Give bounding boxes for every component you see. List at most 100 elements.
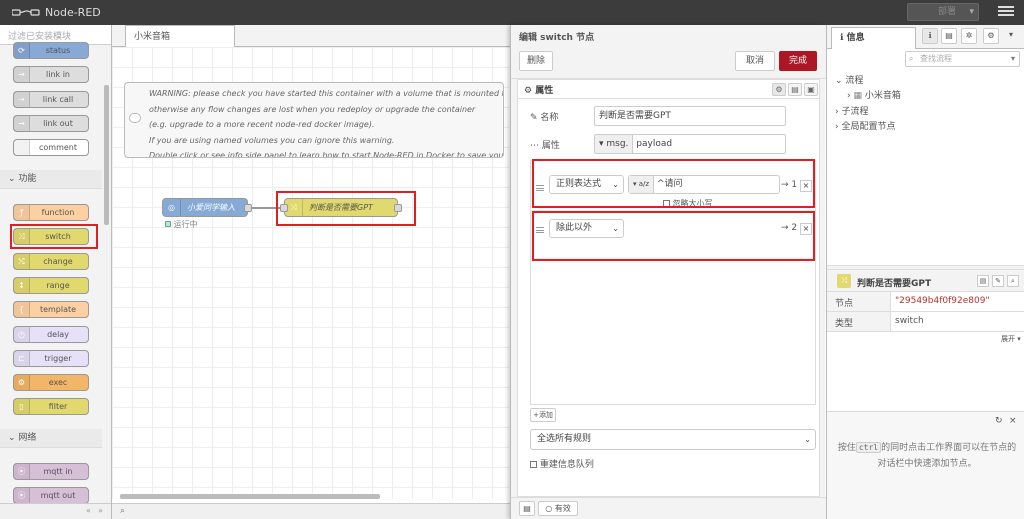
input-port[interactable] (280, 204, 288, 212)
tab-flow[interactable]: 小米音箱 (125, 25, 235, 47)
property-type-selector[interactable]: ▾ msg. (595, 135, 634, 153)
checkbox-icon[interactable] (663, 200, 670, 207)
rule-operator-select[interactable]: 除此以外 ⌄ (549, 219, 624, 238)
sidebar: ℹ 信息 ℹ ▤ ✲ ⚙ ▾ 查找流程 ⌕ ▾ ⌄ 流程 › ▦ 小米音箱 › … (826, 25, 1024, 519)
palette-node-label: function (41, 208, 75, 217)
debug-bug-icon[interactable]: ✲ (961, 28, 977, 44)
add-rule-button[interactable]: +添加 (530, 408, 556, 422)
input-value: payload (636, 139, 673, 149)
tab-info[interactable]: ℹ 信息 (831, 27, 916, 49)
tab-label: 小米音箱 (134, 32, 171, 42)
info-icon[interactable]: ℹ (922, 28, 938, 44)
palette-node-template[interactable]: {template (13, 301, 89, 319)
search-icon[interactable]: ⌕ (1007, 275, 1019, 287)
appearance-icon[interactable]: ▣ (804, 83, 818, 96)
refresh-icon[interactable]: ↻ (995, 416, 1003, 426)
chevron-down-icon[interactable]: ▾ (1003, 28, 1019, 44)
palette-node-mqtt-in[interactable]: ⦿ mqtt in (13, 463, 89, 480)
palette-node-change[interactable]: ⤭ change (13, 252, 89, 270)
property-input[interactable]: ▾ msg. payload (594, 134, 786, 154)
info-key: 类型 (827, 312, 891, 331)
recreate-sequences-checkbox[interactable]: 重建信息队列 (530, 457, 594, 470)
checkbox-icon[interactable] (530, 461, 537, 468)
palette-node-label: trigger (44, 353, 72, 363)
workspace-scrollbar[interactable] (120, 494, 380, 499)
edit-tray: 编辑 switch 节点 删除 取消 完成 ⚙ 属性 ⚙ ▤ ▣ ✎ 名称 判断… (510, 25, 826, 519)
flow-search-input[interactable]: 查找流程 ⌕ ▾ (905, 51, 1020, 67)
output-port[interactable] (394, 204, 402, 212)
status-text: 运行中 (173, 220, 198, 229)
name-input[interactable]: 判断是否需要GPT (594, 106, 786, 126)
rule-row: 正则表达式 ⌄ ▾ a/z ^请问 忽略大小写 → 1 × (531, 163, 815, 211)
gear-icon[interactable]: ⚙ (772, 83, 786, 96)
palette-node-mqtt-out[interactable]: ⦿ mqtt out (13, 487, 89, 505)
palette-node-exec[interactable]: ⚙ exec (13, 374, 89, 392)
tab-properties[interactable]: ⚙ 属性 (518, 80, 642, 98)
rule-output-label: → 1 (781, 180, 798, 190)
collapse-all-icon[interactable]: « (86, 506, 91, 515)
palette-node-link-out[interactable]: → link out (13, 114, 89, 132)
palette-node-comment[interactable]: comment (13, 139, 89, 157)
status-dot-icon (165, 221, 171, 227)
palette-node-label: mqtt in (43, 467, 73, 476)
palette-node-function[interactable]: ƒ function (13, 204, 89, 221)
palette-node-status[interactable]: ⟳ status (13, 42, 89, 59)
remove-rule-icon[interactable]: × (800, 180, 812, 192)
enabled-toggle[interactable]: ○ 有效 (538, 501, 578, 516)
check-all-select[interactable]: 全选所有规则 ⌄ (530, 429, 816, 450)
regex-type-icon[interactable]: ▾ a/z (629, 176, 655, 193)
ignore-case-checkbox[interactable]: 忽略大小写 (663, 198, 713, 209)
app-title: Node-RED (45, 6, 101, 19)
search-icon[interactable]: ⌕ (120, 506, 125, 516)
book-icon[interactable]: ▤ (519, 501, 535, 516)
help-book-icon[interactable]: ▤ (941, 28, 957, 44)
workspace-canvas[interactable]: WARNING: please check you have started t… (112, 47, 510, 499)
edit-icon[interactable]: ✎ (992, 275, 1004, 287)
close-icon[interactable]: × (1009, 416, 1017, 426)
palette-scrollbar[interactable] (104, 85, 109, 225)
palette-category-function[interactable]: ⌄ 功能 (0, 170, 102, 189)
palette-node-label: template (39, 305, 77, 315)
tab-label: 属性 (535, 86, 554, 96)
remove-rule-icon[interactable]: × (800, 223, 812, 235)
palette-node-link-in[interactable]: → link in (13, 66, 89, 84)
node-icon: ⟳ (14, 43, 30, 58)
chevron-down-icon[interactable]: ▾ (1011, 52, 1015, 66)
tray-footer: ▤ ○ 有效 (511, 497, 826, 519)
cancel-button[interactable]: 取消 (735, 51, 775, 71)
tree-flows[interactable]: ⌄ 流程 (835, 73, 863, 86)
done-button[interactable]: 完成 (779, 51, 817, 71)
palette-node-filter[interactable]: ▯ filter (13, 398, 89, 416)
tab-label: 信息 (846, 33, 865, 43)
tree-subflows[interactable]: › 子流程 (835, 104, 868, 117)
copy-icon[interactable]: ▤ (977, 275, 989, 287)
description-icon[interactable]: ▤ (788, 83, 802, 96)
header-bar: Node-RED 部署 ▾ (0, 0, 1024, 25)
config-gear-icon[interactable]: ⚙ (983, 28, 999, 44)
info-key: 节点 (827, 292, 891, 311)
chevron-down-icon[interactable]: ▾ (969, 4, 974, 20)
tray-body: ⚙ 属性 ⚙ ▤ ▣ ✎ 名称 判断是否需要GPT ⋯ 属性 ▾ msg. pa… (517, 79, 820, 497)
tree-flow-item[interactable]: › ▦ 小米音箱 (847, 88, 901, 101)
flow-node-switch[interactable]: ⤨ 判断是否需要GPT (280, 198, 402, 217)
rule-value-input[interactable]: ▾ a/z ^请问 (628, 175, 780, 194)
main-menu-icon[interactable] (998, 4, 1014, 18)
output-port[interactable] (244, 204, 252, 212)
palette-node-link-call[interactable]: ⇢ link call (13, 90, 89, 108)
palette-node-range[interactable]: ↕ range (13, 276, 89, 294)
flow-node-xiaoai-input[interactable]: ◎ 小爱同学输入 (162, 198, 252, 217)
tree-label: 小米音箱 (864, 91, 901, 101)
palette-node-delay[interactable]: ◷ delay (13, 325, 89, 343)
expand-link[interactable]: 展开 ▾ (1001, 334, 1021, 344)
palette-category-network[interactable]: ⌄ 网络 (0, 429, 102, 448)
delete-button[interactable]: 删除 (519, 51, 553, 71)
drag-handle-icon[interactable] (536, 185, 544, 191)
palette-node-switch[interactable]: ⤨ switch (13, 228, 89, 246)
palette-node-trigger[interactable]: ⊏ trigger (13, 349, 89, 367)
rule-operator-select[interactable]: 正则表达式 ⌄ (549, 175, 624, 194)
node-icon (14, 140, 30, 156)
tree-global-config[interactable]: › 全局配置节点 (835, 119, 895, 132)
deploy-button[interactable]: 部署 ▾ (907, 3, 979, 21)
expand-all-icon[interactable]: » (98, 506, 103, 515)
drag-handle-icon[interactable] (536, 227, 544, 233)
